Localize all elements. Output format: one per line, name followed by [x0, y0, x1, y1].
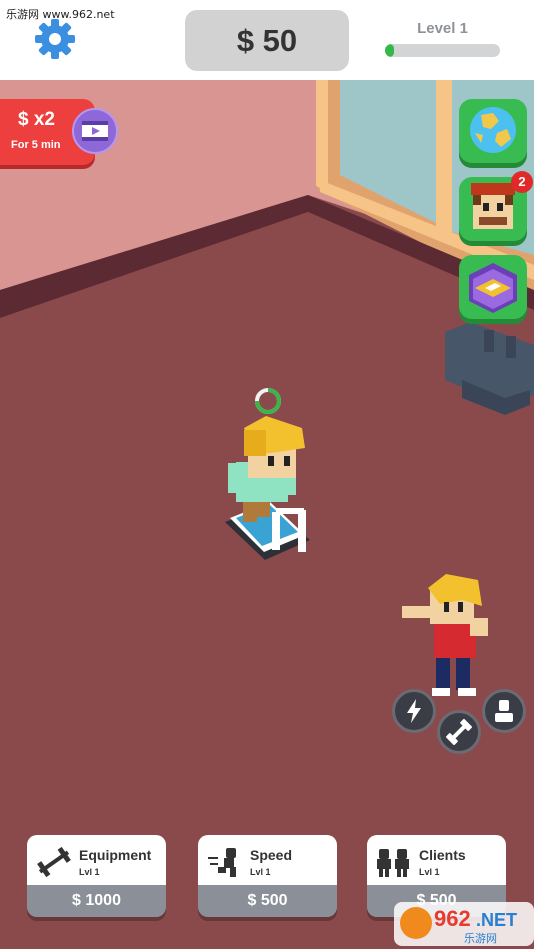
upgrade-price: $ 1000: [27, 885, 166, 917]
gear-icon: [35, 19, 75, 59]
world-map-button[interactable]: [459, 99, 527, 163]
upgrade-level: Lvl 1: [419, 867, 440, 877]
room-cube-icon: [469, 263, 517, 313]
upgrade-level: Lvl 1: [79, 867, 100, 877]
level-progress-bar: [385, 44, 500, 57]
runner-icon: [208, 848, 236, 877]
equipment-action-button[interactable]: [437, 710, 481, 754]
upgrade-card-top: Clients Lvl 1: [367, 835, 506, 885]
globe-icon: [470, 107, 516, 153]
person-icon: [495, 700, 513, 722]
staff-button[interactable]: 2: [459, 171, 533, 241]
boost-multiplier: $ x2: [18, 109, 55, 130]
boost-duration: For 5 min: [11, 139, 61, 151]
upgrade-price: $ 500: [198, 885, 337, 917]
level-progress-fill: [385, 44, 395, 57]
svg-text:.NET: .NET: [476, 910, 517, 930]
dumbbell-icon: [445, 718, 473, 746]
upgrade-name: Clients: [419, 847, 466, 863]
equipment-upgrade-card[interactable]: Equipment Lvl 1 $ 1000: [27, 835, 166, 917]
barbell-icon: [37, 846, 71, 878]
room-button[interactable]: [459, 255, 527, 319]
upgrade-name: Equipment: [79, 847, 152, 863]
clients-icon: [377, 849, 409, 877]
site-logo: 962 .NET 乐游网: [394, 902, 534, 946]
boost-energy-button[interactable]: [392, 689, 436, 733]
svg-text:乐游网: 乐游网: [464, 932, 497, 945]
upgrade-name: Speed: [250, 847, 293, 863]
money-display: $ 50: [185, 10, 349, 71]
svg-text:962: 962: [434, 906, 471, 931]
profile-button[interactable]: [482, 689, 526, 733]
watch-video-button[interactable]: [72, 108, 118, 154]
level-label: Level 1: [417, 20, 468, 37]
upgrade-card-top: Equipment Lvl 1: [27, 835, 166, 885]
lightning-icon: [407, 699, 421, 723]
speed-upgrade-card[interactable]: Speed Lvl 1 $ 500: [198, 835, 337, 917]
settings-button[interactable]: [33, 17, 77, 61]
upgrade-card-top: Speed Lvl 1: [198, 835, 337, 885]
notification-badge: 2: [511, 171, 533, 193]
video-icon: [82, 121, 108, 141]
upgrade-level: Lvl 1: [250, 867, 271, 877]
